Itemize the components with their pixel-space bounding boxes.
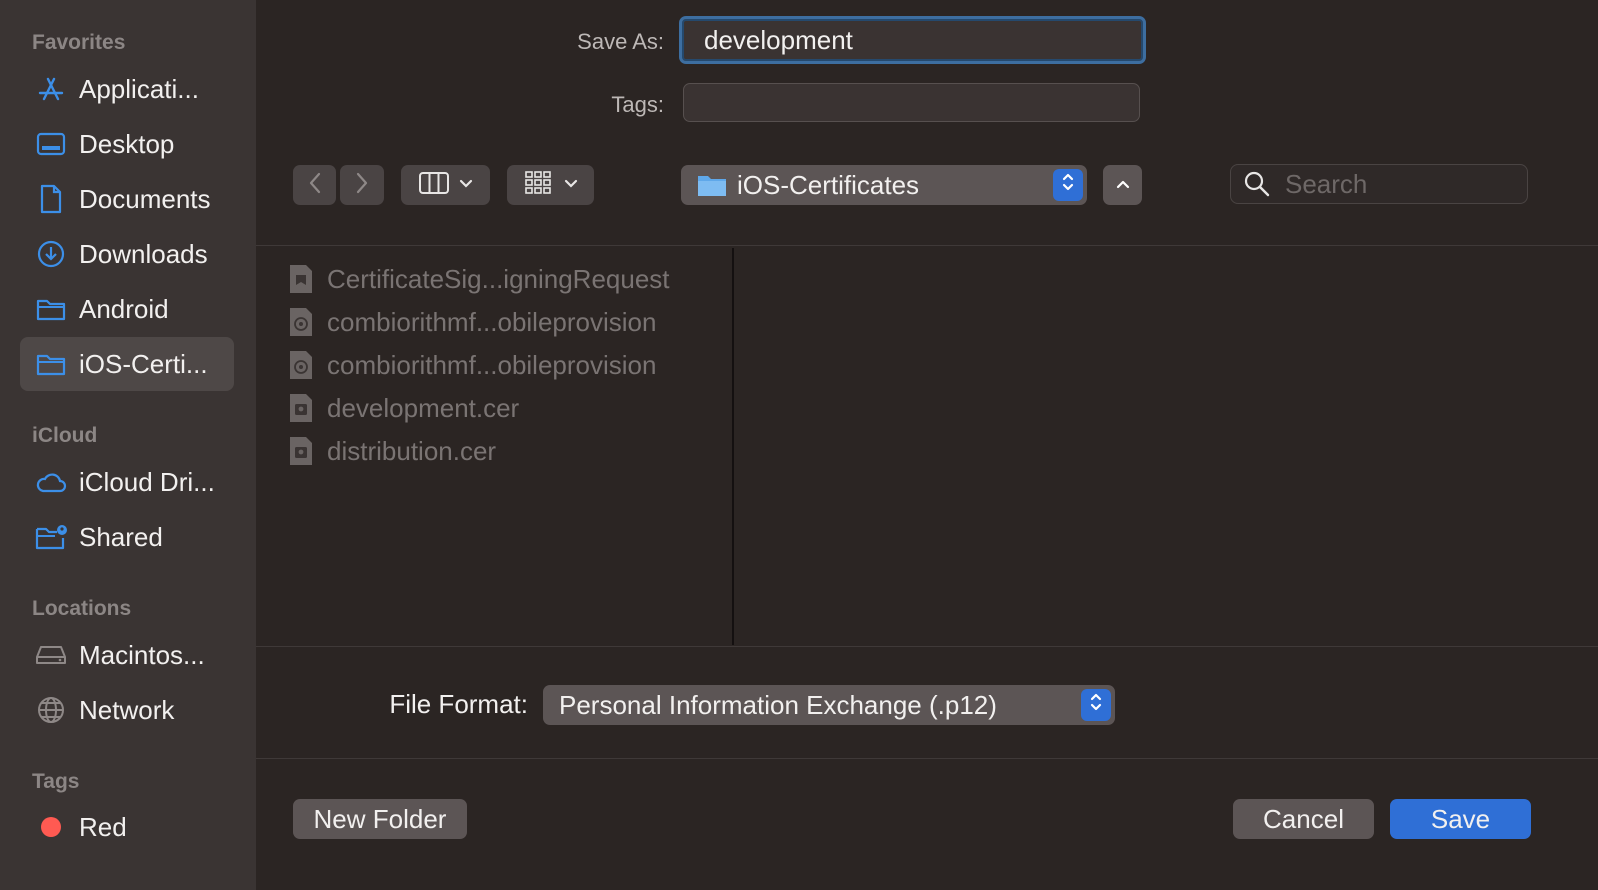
drive-icon [35,639,67,671]
sidebar-item-label: Shared [79,521,163,552]
sidebar-section-icloud: iCloud [32,424,98,447]
sidebar-item-macintosh-hd[interactable]: Macintos... [20,628,234,682]
search-placeholder: Search [1285,168,1368,199]
new-folder-button[interactable]: New Folder [293,799,467,839]
sidebar-section-favorites: Favorites [32,31,126,54]
collapse-button[interactable] [1103,165,1142,205]
up-down-chevron-icon [1089,690,1103,721]
sidebar-item-label: Documents [79,183,211,214]
sidebar-item-label: Macintos... [79,639,205,670]
file-row[interactable]: combiorithmf...obileprovision [289,302,656,342]
save-button[interactable]: Save [1390,799,1531,839]
folder-icon [35,348,67,380]
chevron-right-icon [355,171,369,200]
sidebar-item-label: iCloud Dri... [79,466,215,497]
file-row[interactable]: development.cer [289,388,519,428]
columns-view-icon [418,171,449,199]
sidebar-item-icloud-drive[interactable]: iCloud Dri... [20,455,234,509]
shared-folder-icon [35,521,67,553]
browser-top-divider [256,245,1598,246]
back-button[interactable] [293,165,336,205]
red-tag-icon [35,811,67,843]
popup-stepper [1053,169,1083,201]
download-icon [35,238,67,270]
sidebar-item-network[interactable]: Network [20,683,234,737]
group-button[interactable] [507,165,594,205]
grid-icon [524,170,552,201]
sidebar-item-shared[interactable]: Shared [20,510,234,564]
sidebar-item-documents[interactable]: Documents [20,172,234,226]
file-name: combiorithmf...obileprovision [327,349,657,380]
sidebar-item-label: Network [79,694,175,725]
certificate-file-icon [290,437,312,465]
tags-input[interactable] [683,83,1140,122]
sidebar-item-ios-certificates[interactable]: iOS-Certi... [20,337,234,391]
chevron-left-icon [308,171,322,200]
search-field[interactable]: Search [1230,164,1528,204]
sidebar-section-tags: Tags [32,770,80,793]
cancel-button[interactable]: Cancel [1233,799,1374,839]
sidebar-item-label: iOS-Certi... [79,348,208,379]
provisioning-profile-icon [290,351,312,379]
view-mode-button[interactable] [401,165,490,205]
popup-stepper [1081,689,1111,721]
sidebar-item-android[interactable]: Android [20,282,234,336]
sidebar-item-downloads[interactable]: Downloads [20,227,234,281]
tags-label: Tags: [611,92,664,117]
sidebar-item-label: Applicati... [79,73,199,104]
sidebar-item-desktop[interactable]: Desktop [20,117,234,171]
search-icon [1243,170,1271,198]
sidebar-item-label: Android [79,293,169,324]
sidebar-item-label: Red [79,811,127,842]
chevron-down-icon [564,176,578,194]
chevron-up-icon [1115,176,1131,194]
sidebar: Favorites Applicati... Desktop Documents… [0,0,256,890]
sidebar-item-applications[interactable]: Applicati... [20,62,234,116]
desktop-icon [35,128,67,160]
document-icon [35,183,67,215]
sidebar-item-tag-red[interactable]: Red [20,800,234,854]
file-name: CertificateSig...igningRequest [327,263,670,294]
up-down-chevron-icon [1061,170,1075,201]
app-store-icon [35,73,67,105]
file-format-value: Personal Information Exchange (.p12) [559,689,997,720]
file-row[interactable]: CertificateSig...igningRequest [289,259,670,299]
sidebar-section-locations: Locations [32,597,132,620]
file-row[interactable]: distribution.cer [289,431,496,471]
cloud-icon [35,466,67,498]
certificate-request-icon [290,265,312,293]
save-as-label: Save As: [577,29,664,54]
chevron-down-icon [459,176,473,194]
location-label: iOS-Certificates [737,169,920,200]
browser-bottom-divider [256,646,1598,647]
forward-button[interactable] [340,165,384,205]
file-format-label: File Format: [389,689,528,719]
file-name: distribution.cer [327,435,497,466]
sidebar-item-label: Downloads [79,238,208,269]
sidebar-item-label: Desktop [79,128,175,159]
location-popup[interactable]: iOS-Certificates [681,165,1087,205]
folder-icon [697,173,727,197]
provisioning-profile-icon [290,308,312,336]
save-as-input[interactable] [679,16,1146,64]
file-name: combiorithmf...obileprovision [327,306,657,337]
file-row[interactable]: combiorithmf...obileprovision [289,345,656,385]
file-name: development.cer [327,392,520,423]
folder-icon [35,293,67,325]
globe-icon [35,694,67,726]
file-format-popup[interactable]: Personal Information Exchange (.p12) [543,685,1115,725]
certificate-file-icon [290,394,312,422]
footer-divider [256,758,1598,759]
column-divider[interactable] [732,248,734,645]
